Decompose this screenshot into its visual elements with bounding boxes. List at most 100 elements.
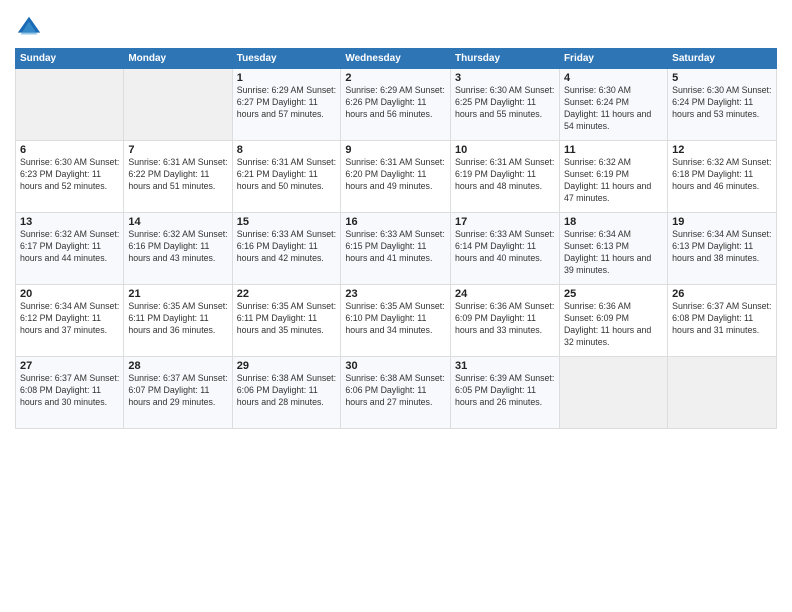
day-number: 3 — [455, 72, 555, 84]
day-detail: Sunrise: 6:35 AM Sunset: 6:10 PM Dayligh… — [345, 301, 446, 337]
header-day-thursday: Thursday — [451, 49, 560, 69]
day-number: 6 — [20, 144, 119, 156]
day-number: 19 — [672, 216, 772, 228]
calendar-cell: 30Sunrise: 6:38 AM Sunset: 6:06 PM Dayli… — [341, 357, 451, 429]
day-detail: Sunrise: 6:37 AM Sunset: 6:08 PM Dayligh… — [672, 301, 772, 337]
day-detail: Sunrise: 6:36 AM Sunset: 6:09 PM Dayligh… — [455, 301, 555, 337]
day-detail: Sunrise: 6:31 AM Sunset: 6:19 PM Dayligh… — [455, 157, 555, 193]
calendar-cell: 1Sunrise: 6:29 AM Sunset: 6:27 PM Daylig… — [232, 69, 341, 141]
calendar-cell: 6Sunrise: 6:30 AM Sunset: 6:23 PM Daylig… — [16, 141, 124, 213]
day-number: 16 — [345, 216, 446, 228]
day-number: 31 — [455, 360, 555, 372]
calendar-cell: 10Sunrise: 6:31 AM Sunset: 6:19 PM Dayli… — [451, 141, 560, 213]
day-number: 5 — [672, 72, 772, 84]
day-number: 25 — [564, 288, 663, 300]
day-detail: Sunrise: 6:32 AM Sunset: 6:19 PM Dayligh… — [564, 157, 663, 205]
day-number: 1 — [237, 72, 337, 84]
week-row-1: 1Sunrise: 6:29 AM Sunset: 6:27 PM Daylig… — [16, 69, 777, 141]
day-number: 27 — [20, 360, 119, 372]
calendar-cell: 29Sunrise: 6:38 AM Sunset: 6:06 PM Dayli… — [232, 357, 341, 429]
day-number: 26 — [672, 288, 772, 300]
day-number: 10 — [455, 144, 555, 156]
day-detail: Sunrise: 6:34 AM Sunset: 6:12 PM Dayligh… — [20, 301, 119, 337]
calendar-cell: 18Sunrise: 6:34 AM Sunset: 6:13 PM Dayli… — [559, 213, 667, 285]
day-detail: Sunrise: 6:30 AM Sunset: 6:24 PM Dayligh… — [672, 85, 772, 121]
calendar-cell: 5Sunrise: 6:30 AM Sunset: 6:24 PM Daylig… — [668, 69, 777, 141]
day-detail: Sunrise: 6:29 AM Sunset: 6:27 PM Dayligh… — [237, 85, 337, 121]
calendar-cell: 28Sunrise: 6:37 AM Sunset: 6:07 PM Dayli… — [124, 357, 232, 429]
calendar-cell — [559, 357, 667, 429]
day-number: 11 — [564, 144, 663, 156]
day-detail: Sunrise: 6:32 AM Sunset: 6:18 PM Dayligh… — [672, 157, 772, 193]
day-detail: Sunrise: 6:31 AM Sunset: 6:22 PM Dayligh… — [128, 157, 227, 193]
week-row-2: 6Sunrise: 6:30 AM Sunset: 6:23 PM Daylig… — [16, 141, 777, 213]
day-number: 17 — [455, 216, 555, 228]
calendar-cell: 4Sunrise: 6:30 AM Sunset: 6:24 PM Daylig… — [559, 69, 667, 141]
header-day-tuesday: Tuesday — [232, 49, 341, 69]
calendar-cell: 26Sunrise: 6:37 AM Sunset: 6:08 PM Dayli… — [668, 285, 777, 357]
day-number: 21 — [128, 288, 227, 300]
day-detail: Sunrise: 6:37 AM Sunset: 6:07 PM Dayligh… — [128, 373, 227, 409]
day-number: 15 — [237, 216, 337, 228]
calendar: SundayMondayTuesdayWednesdayThursdayFrid… — [15, 48, 777, 429]
day-number: 20 — [20, 288, 119, 300]
logo — [15, 14, 46, 42]
day-number: 7 — [128, 144, 227, 156]
day-number: 18 — [564, 216, 663, 228]
header — [15, 10, 777, 42]
calendar-cell — [668, 357, 777, 429]
calendar-cell: 3Sunrise: 6:30 AM Sunset: 6:25 PM Daylig… — [451, 69, 560, 141]
day-number: 9 — [345, 144, 446, 156]
calendar-cell: 12Sunrise: 6:32 AM Sunset: 6:18 PM Dayli… — [668, 141, 777, 213]
calendar-cell: 7Sunrise: 6:31 AM Sunset: 6:22 PM Daylig… — [124, 141, 232, 213]
day-detail: Sunrise: 6:39 AM Sunset: 6:05 PM Dayligh… — [455, 373, 555, 409]
day-number: 8 — [237, 144, 337, 156]
calendar-cell: 24Sunrise: 6:36 AM Sunset: 6:09 PM Dayli… — [451, 285, 560, 357]
calendar-cell: 15Sunrise: 6:33 AM Sunset: 6:16 PM Dayli… — [232, 213, 341, 285]
calendar-cell: 22Sunrise: 6:35 AM Sunset: 6:11 PM Dayli… — [232, 285, 341, 357]
header-day-sunday: Sunday — [16, 49, 124, 69]
day-detail: Sunrise: 6:29 AM Sunset: 6:26 PM Dayligh… — [345, 85, 446, 121]
week-row-4: 20Sunrise: 6:34 AM Sunset: 6:12 PM Dayli… — [16, 285, 777, 357]
day-number: 4 — [564, 72, 663, 84]
day-number: 24 — [455, 288, 555, 300]
day-detail: Sunrise: 6:33 AM Sunset: 6:14 PM Dayligh… — [455, 229, 555, 265]
week-row-5: 27Sunrise: 6:37 AM Sunset: 6:08 PM Dayli… — [16, 357, 777, 429]
calendar-body: 1Sunrise: 6:29 AM Sunset: 6:27 PM Daylig… — [16, 69, 777, 429]
day-detail: Sunrise: 6:34 AM Sunset: 6:13 PM Dayligh… — [672, 229, 772, 265]
day-number: 29 — [237, 360, 337, 372]
calendar-cell: 17Sunrise: 6:33 AM Sunset: 6:14 PM Dayli… — [451, 213, 560, 285]
calendar-cell: 14Sunrise: 6:32 AM Sunset: 6:16 PM Dayli… — [124, 213, 232, 285]
header-row: SundayMondayTuesdayWednesdayThursdayFrid… — [16, 49, 777, 69]
day-detail: Sunrise: 6:38 AM Sunset: 6:06 PM Dayligh… — [237, 373, 337, 409]
day-detail: Sunrise: 6:38 AM Sunset: 6:06 PM Dayligh… — [345, 373, 446, 409]
calendar-cell: 23Sunrise: 6:35 AM Sunset: 6:10 PM Dayli… — [341, 285, 451, 357]
calendar-cell: 8Sunrise: 6:31 AM Sunset: 6:21 PM Daylig… — [232, 141, 341, 213]
calendar-cell: 13Sunrise: 6:32 AM Sunset: 6:17 PM Dayli… — [16, 213, 124, 285]
day-detail: Sunrise: 6:30 AM Sunset: 6:23 PM Dayligh… — [20, 157, 119, 193]
calendar-header: SundayMondayTuesdayWednesdayThursdayFrid… — [16, 49, 777, 69]
day-number: 2 — [345, 72, 446, 84]
page: SundayMondayTuesdayWednesdayThursdayFrid… — [0, 0, 792, 612]
calendar-cell: 11Sunrise: 6:32 AM Sunset: 6:19 PM Dayli… — [559, 141, 667, 213]
week-row-3: 13Sunrise: 6:32 AM Sunset: 6:17 PM Dayli… — [16, 213, 777, 285]
day-detail: Sunrise: 6:31 AM Sunset: 6:21 PM Dayligh… — [237, 157, 337, 193]
day-detail: Sunrise: 6:34 AM Sunset: 6:13 PM Dayligh… — [564, 229, 663, 277]
day-detail: Sunrise: 6:33 AM Sunset: 6:16 PM Dayligh… — [237, 229, 337, 265]
day-number: 23 — [345, 288, 446, 300]
calendar-cell: 9Sunrise: 6:31 AM Sunset: 6:20 PM Daylig… — [341, 141, 451, 213]
day-detail: Sunrise: 6:37 AM Sunset: 6:08 PM Dayligh… — [20, 373, 119, 409]
calendar-cell: 21Sunrise: 6:35 AM Sunset: 6:11 PM Dayli… — [124, 285, 232, 357]
header-day-saturday: Saturday — [668, 49, 777, 69]
calendar-cell: 2Sunrise: 6:29 AM Sunset: 6:26 PM Daylig… — [341, 69, 451, 141]
calendar-cell: 25Sunrise: 6:36 AM Sunset: 6:09 PM Dayli… — [559, 285, 667, 357]
calendar-cell: 19Sunrise: 6:34 AM Sunset: 6:13 PM Dayli… — [668, 213, 777, 285]
day-number: 22 — [237, 288, 337, 300]
day-detail: Sunrise: 6:35 AM Sunset: 6:11 PM Dayligh… — [237, 301, 337, 337]
day-number: 28 — [128, 360, 227, 372]
day-detail: Sunrise: 6:33 AM Sunset: 6:15 PM Dayligh… — [345, 229, 446, 265]
day-detail: Sunrise: 6:32 AM Sunset: 6:16 PM Dayligh… — [128, 229, 227, 265]
day-number: 30 — [345, 360, 446, 372]
calendar-cell: 16Sunrise: 6:33 AM Sunset: 6:15 PM Dayli… — [341, 213, 451, 285]
calendar-cell: 20Sunrise: 6:34 AM Sunset: 6:12 PM Dayli… — [16, 285, 124, 357]
